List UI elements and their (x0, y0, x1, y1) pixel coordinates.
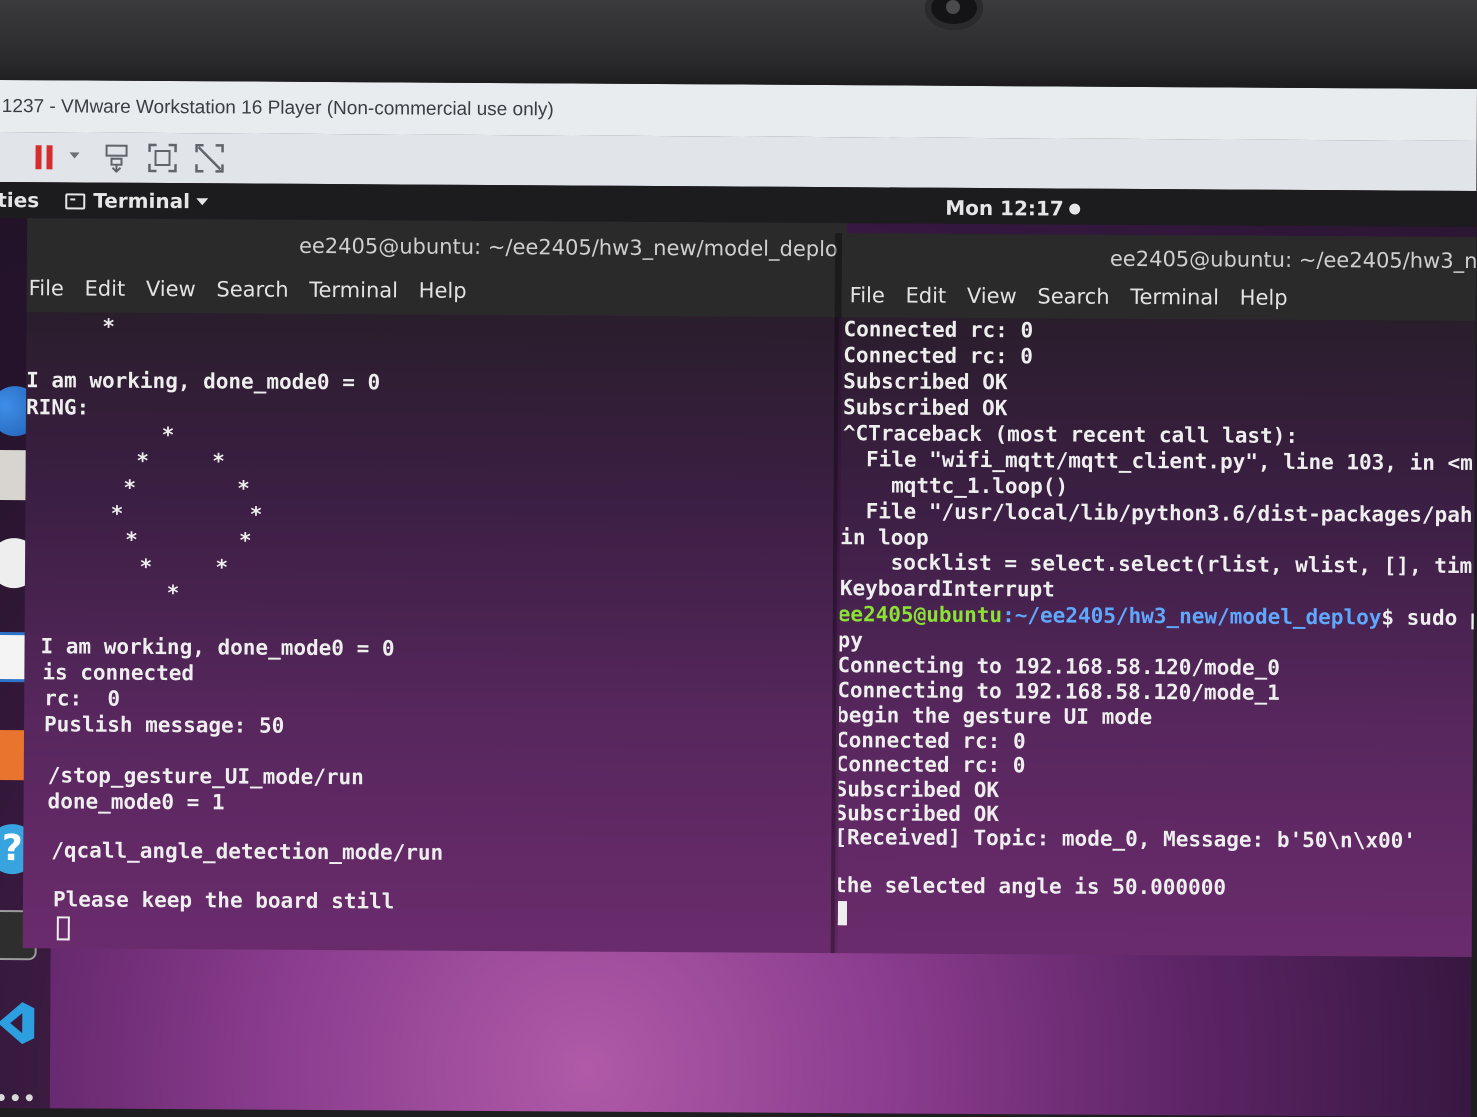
prompt-command: $ sudo p (1381, 605, 1477, 631)
caret-down-icon (195, 198, 208, 206)
left-terminal-menubar: File Edit View Search Terminal Help (29, 276, 481, 303)
terminal-line: done_mode0 = 1 (47, 789, 225, 815)
menu-search[interactable]: Search (1037, 284, 1109, 308)
fullscreen-icon[interactable] (147, 143, 177, 173)
menu-edit[interactable]: Edit (84, 277, 125, 301)
terminal-line: rc: 0 (44, 686, 121, 711)
right-terminal-output[interactable]: Connected rc: 0 Connected rc: 0 Subscrib… (837, 317, 1477, 958)
terminal-line: * * (85, 501, 263, 527)
clock-text: Mon 12:17 (945, 195, 1064, 221)
webcam (925, 0, 983, 30)
terminal-line: is connected (42, 660, 195, 686)
terminal-line: * (90, 580, 180, 606)
left-terminal-header: ee2405@ubuntu: ~/ee2405/hw3_new/model_de… (26, 218, 848, 318)
right-terminal-title[interactable]: ee2405@ubuntu: ~/ee2405/hw3_new (1110, 247, 1477, 273)
vscode-icon[interactable] (0, 998, 36, 1048)
notification-dot-icon (1068, 203, 1080, 215)
shell-prompt-line: ee2405@ubuntu:~/ee2405/hw3_new/model_dep… (838, 602, 1477, 630)
terminal-line: I am working, done_mode0 = 0 (26, 368, 381, 395)
terminal-line: * (85, 422, 175, 448)
terminal-line: Connected rc: 0 (843, 317, 1034, 343)
menu-terminal[interactable]: Terminal (309, 278, 398, 303)
menu-file[interactable]: File (850, 283, 885, 307)
terminal-line: Subscribed OK (837, 777, 1000, 803)
app-menu-terminal[interactable]: Terminal (65, 188, 208, 213)
terminal-line: Connected rc: 0 (837, 728, 1026, 754)
ubuntu-desktop: ties Terminal Mon 12:17 ? ee2405@ubuntu:… (0, 181, 1477, 1117)
terminal-line: Subscribed OK (842, 395, 1008, 421)
vmware-window-title: 1237 - VMware Workstation 16 Player (Non… (1, 96, 554, 121)
terminal-line: socklist = select.select(rlist, wlist, [… (839, 550, 1473, 579)
terminal-line: in loop (840, 525, 929, 550)
terminal-line: Please keep the board still (52, 887, 395, 914)
left-terminal-output[interactable]: * I am working, done_mode0 = 0 RING: * *… (22, 312, 839, 954)
menu-file[interactable]: File (29, 276, 64, 300)
vmware-title-bar: 1237 - VMware Workstation 16 Player (Non… (0, 80, 1477, 142)
menu-help[interactable]: Help (419, 279, 467, 303)
menu-view[interactable]: View (967, 284, 1017, 308)
app-menu-label: Terminal (93, 188, 191, 214)
terminal-line: begin the gesture UI mode (837, 703, 1153, 730)
show-applications-icon[interactable] (0, 1094, 38, 1116)
menu-edit[interactable]: Edit (905, 284, 946, 308)
terminal-line: mqttc_1.loop() (840, 473, 1069, 499)
left-terminal-title[interactable]: ee2405@ubuntu: ~/ee2405/hw3_new/model_de… (299, 234, 838, 261)
menu-search[interactable]: Search (216, 277, 288, 301)
terminal-line: I am working, done_mode0 = 0 (40, 634, 395, 661)
terminal-line: * (26, 314, 116, 339)
terminal-line: * * (85, 448, 225, 474)
menu-terminal[interactable]: Terminal (1130, 285, 1219, 310)
chevron-down-icon[interactable] (69, 152, 80, 159)
activities-button[interactable]: ties (0, 188, 39, 212)
prompt-user: ee2405@ubuntu (837, 602, 1003, 628)
terminal-line: /stop_gesture_UI_mode/run (47, 763, 364, 790)
terminal-line: Puslish message: 50 (43, 712, 285, 738)
menu-view[interactable]: View (146, 277, 196, 301)
prompt-path: :~/ee2405/hw3_new/model_deploy (1002, 603, 1382, 630)
terminal-cursor (837, 901, 847, 926)
terminal-line: Connected rc: 0 (843, 343, 1034, 369)
terminal-line: /qcall_angle_detection_mode/run (51, 838, 444, 865)
terminal-line: [Received] Topic: mode_0, Message: b'50\… (837, 825, 1417, 853)
unity-mode-icon[interactable] (194, 143, 224, 173)
terminal-line: Connecting to 192.168.58.120/mode_1 (837, 678, 1280, 705)
terminal-line: * * (88, 554, 229, 580)
terminal-line: Connecting to 192.168.58.120/mode_0 (837, 653, 1281, 680)
terminal-cursor (56, 916, 70, 941)
terminal-line: Connected rc: 0 (837, 752, 1026, 778)
terminal-line: RING: (25, 395, 90, 420)
right-terminal-header: ee2405@ubuntu: ~/ee2405/hw3_new File Edi… (841, 233, 1477, 322)
terminal-line: py (837, 628, 863, 653)
terminal-line: File "/usr/local/lib/python3.6/dist-pack… (840, 499, 1473, 528)
pause-icon[interactable] (33, 142, 55, 172)
right-terminal-menubar: File Edit View Search Terminal Help (850, 283, 1302, 310)
terminal-line: * * (85, 475, 250, 501)
terminal-line: the selected angle is 50.000000 (837, 873, 1227, 900)
terminal-line: KeyboardInterrupt (839, 576, 1055, 602)
menu-help[interactable]: Help (1240, 286, 1288, 310)
send-ctrl-alt-del-icon[interactable] (103, 143, 129, 174)
terminal-line: ^CTraceback (most recent call last): (842, 421, 1299, 448)
clock[interactable]: Mon 12:17 (945, 196, 1080, 221)
terminal-line: Subscribed OK (843, 369, 1008, 395)
screen: 1237 - VMware Workstation 16 Player (Non… (0, 80, 1477, 1117)
terminal-line: Subscribed OK (837, 801, 999, 827)
laptop-bezel (0, 0, 1477, 88)
terminal-icon (65, 193, 86, 210)
terminal-line: File "wifi_mqtt/mqtt_client.py", line 10… (840, 447, 1473, 476)
terminal-line: * * (87, 527, 252, 553)
